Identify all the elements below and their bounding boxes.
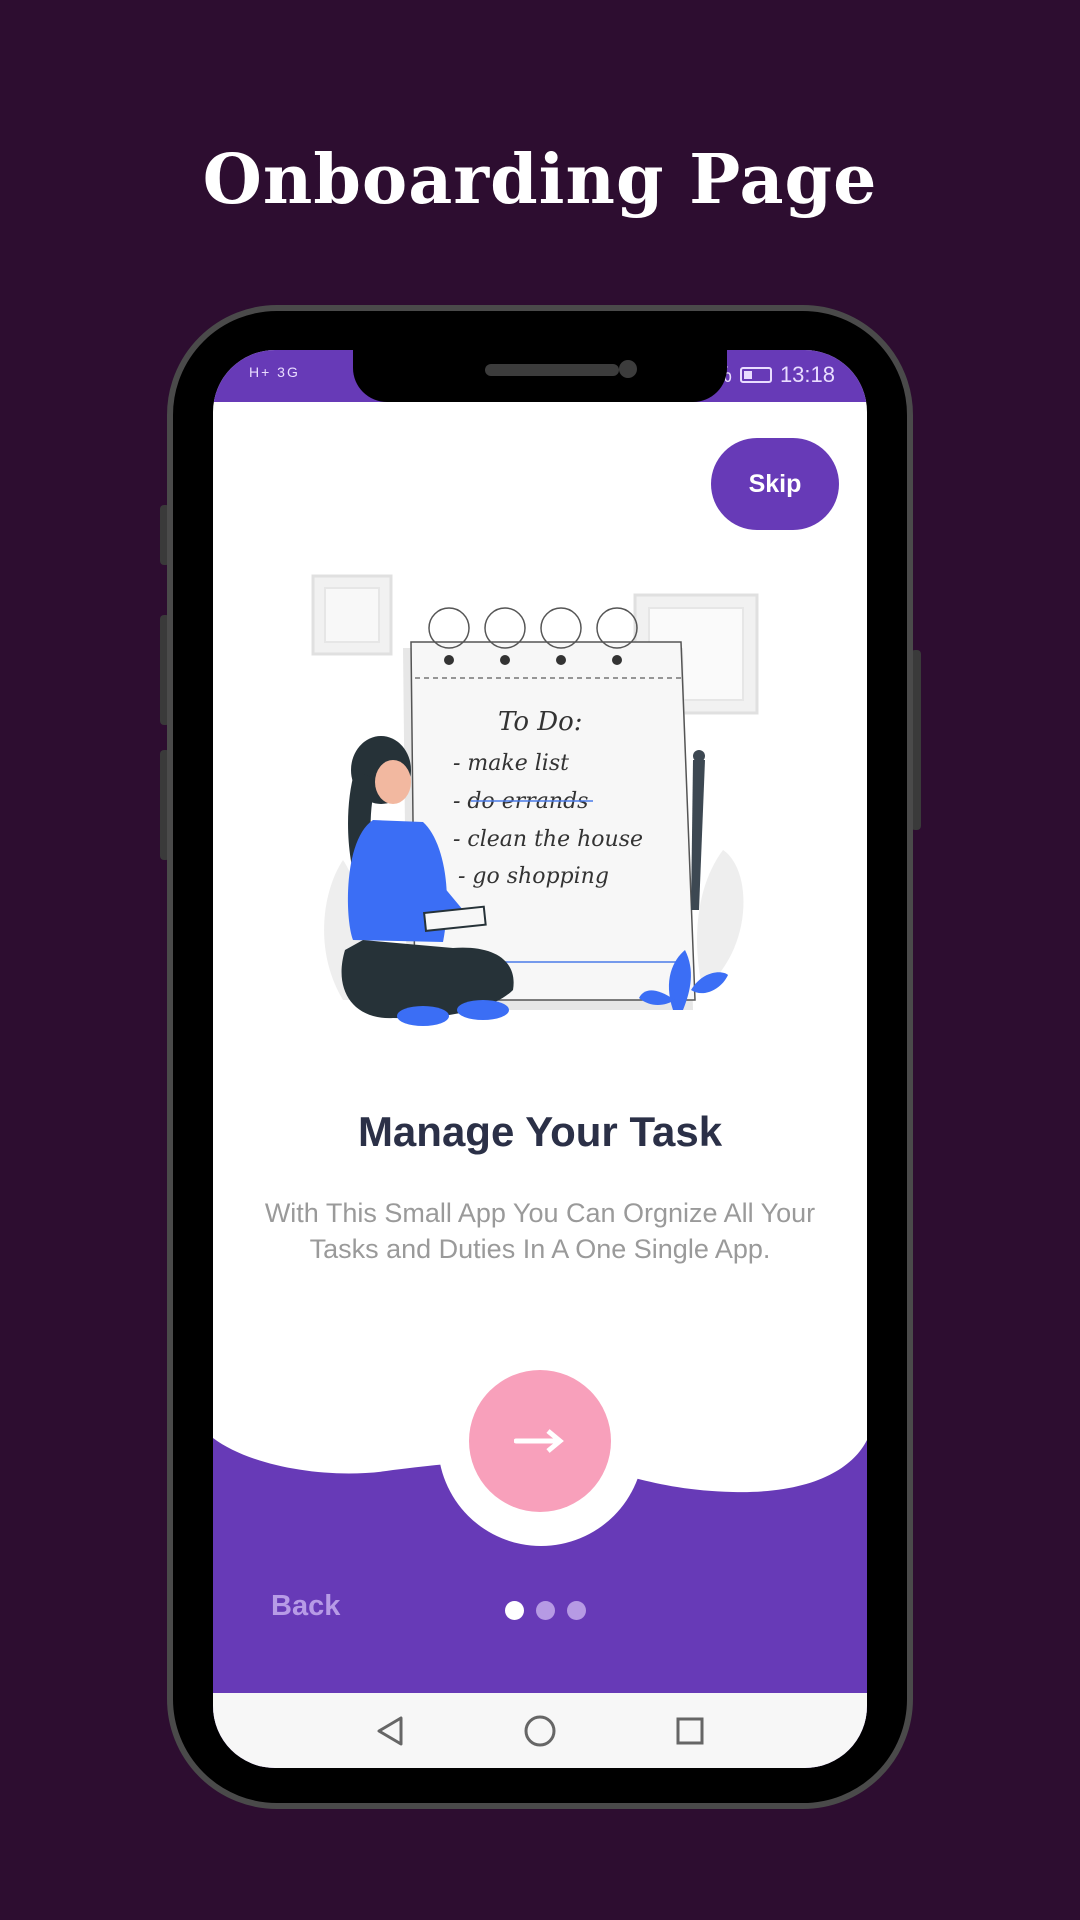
- note-title: To Do:: [498, 707, 583, 737]
- page-dot-active[interactable]: [505, 1601, 524, 1620]
- back-button[interactable]: Back: [271, 1590, 340, 1623]
- next-button[interactable]: [469, 1370, 611, 1512]
- battery-icon: [739, 367, 772, 383]
- back-triangle-icon[interactable]: [370, 1711, 410, 1751]
- speaker-grille: [485, 364, 619, 376]
- skip-button[interactable]: Skip: [711, 438, 839, 530]
- phone-screen: H+ 3G % 13:18 Skip To Do: - make list - …: [213, 350, 867, 1768]
- front-camera: [619, 360, 637, 378]
- onboarding-description: With This Small App You Can Orgnize All …: [264, 1198, 816, 1264]
- system-nav-bar: [213, 1693, 867, 1768]
- page-title: Onboarding Page: [202, 140, 878, 220]
- home-circle-icon[interactable]: [520, 1711, 560, 1751]
- page-indicator: [505, 1601, 586, 1620]
- note-item: - go shopping: [458, 864, 609, 889]
- clock: 13:18: [779, 362, 835, 387]
- phone-notch: [353, 350, 727, 402]
- recents-square-icon[interactable]: [670, 1711, 710, 1751]
- note-item: - clean the house: [453, 827, 643, 852]
- onboarding-headline: Manage Your Task: [357, 1108, 723, 1155]
- arrow-right-icon: [514, 1429, 564, 1453]
- page-dot[interactable]: [536, 1601, 555, 1620]
- page-dot[interactable]: [567, 1601, 586, 1620]
- note-item: - make list: [453, 751, 569, 776]
- signal-status: H+ 3G: [249, 364, 300, 380]
- bottom-wave-panel: [213, 1438, 867, 1768]
- todo-illustration: To Do: - make list - do errands - clean …: [311, 574, 759, 1026]
